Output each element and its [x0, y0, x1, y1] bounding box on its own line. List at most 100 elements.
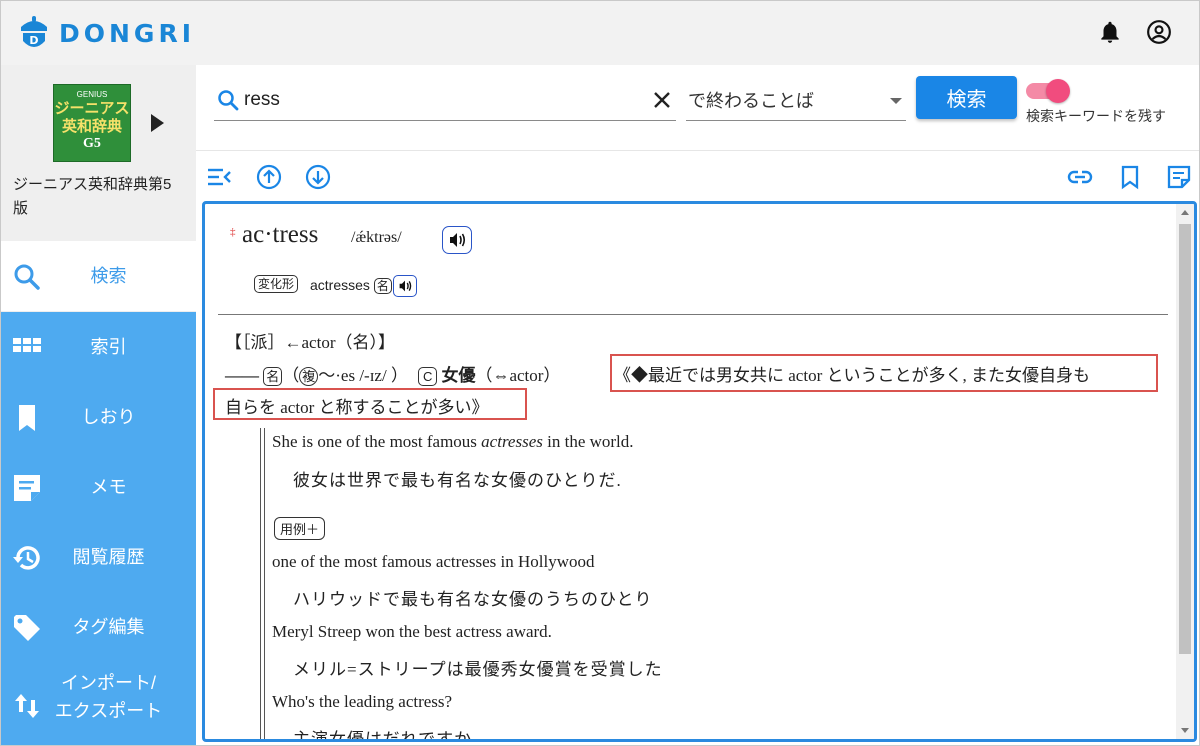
- plural-mark: 複: [299, 367, 319, 386]
- search-button[interactable]: 検索: [916, 76, 1017, 119]
- app-logo[interactable]: D DONGRI: [17, 13, 195, 53]
- arrow-down-circle-icon[interactable]: [305, 164, 331, 190]
- sense-pos: 名: [263, 367, 283, 386]
- example-text: She is one of the most famous: [272, 432, 482, 451]
- inflection-pos: 名: [373, 278, 392, 294]
- dictionary-selector[interactable]: GENIUS ジーニアス 英和辞典 G5 ジーニアス英和辞典第5版: [1, 65, 196, 241]
- example-en: Who's the leading actress?: [272, 692, 453, 711]
- bookmark-icon[interactable]: [1117, 164, 1143, 190]
- chevron-down-icon: [890, 98, 902, 104]
- plural-form: 〜·es /-ɪz/ ）: [318, 366, 408, 385]
- pronunciation: /ǽktrəs/: [351, 229, 402, 246]
- headword: ac·tress: [242, 221, 319, 248]
- sense-dash: ——: [225, 366, 259, 385]
- top-bar: D DONGRI: [1, 1, 1199, 65]
- inflection-text: actresses: [310, 277, 370, 293]
- sidebar-item-index[interactable]: 索引: [1, 312, 196, 382]
- search-field: [214, 81, 676, 121]
- speaker-icon: [450, 233, 466, 247]
- sense-line: —— 名（複〜·es /-ɪz/ ） C 女優（⇔actor）: [225, 366, 561, 386]
- sidebar-item-label: 閲覧履歴: [72, 547, 145, 567]
- app-name: DONGRI: [59, 18, 195, 48]
- sidebar-item-label: しおり: [81, 407, 136, 427]
- sidebar: GENIUS ジーニアス 英和辞典 G5 ジーニアス英和辞典第5版 検索 索引 …: [1, 65, 196, 745]
- label-line2: エクスポート: [54, 701, 163, 721]
- sense-word: 女優: [441, 366, 476, 385]
- sidebar-item-label: タグ編集: [72, 617, 145, 637]
- sidebar-item-label: インポート/ エクスポート: [51, 662, 196, 732]
- sidebar-item-label: 検索: [90, 266, 127, 286]
- sense-contrast: （⇔actor）: [475, 366, 561, 385]
- example-bar: [260, 428, 261, 739]
- account-icon[interactable]: [1146, 19, 1172, 45]
- grid-icon: [13, 338, 41, 352]
- vertical-scrollbar[interactable]: [1176, 204, 1194, 739]
- app-window: D DONGRI GENIUS ジーニアス 英和辞典 G5 ジーニアス英和辞典第…: [0, 0, 1200, 746]
- sidebar-item-label: メモ: [90, 477, 127, 497]
- search-mode-value: で終わることば: [688, 91, 814, 111]
- audio-button-small[interactable]: [393, 275, 417, 297]
- clear-icon[interactable]: [650, 88, 674, 112]
- scroll-thumb[interactable]: [1179, 224, 1191, 654]
- keep-keyword-toggle[interactable]: [1026, 79, 1070, 103]
- more-examples-button[interactable]: 用例＋: [274, 517, 326, 540]
- link-icon[interactable]: [1067, 164, 1093, 190]
- divider: [218, 314, 1168, 315]
- import-export-icon: [15, 694, 39, 718]
- example-text: in the world.: [542, 432, 634, 451]
- label-line1: インポート/: [60, 673, 156, 693]
- example-ja: 彼女は世界で最も有名な女優のひとりだ.: [293, 471, 622, 490]
- sidebar-item-search[interactable]: 検索: [1, 241, 196, 311]
- headword-mark: ‡: [230, 226, 236, 238]
- entry-toolbar: [196, 152, 1199, 200]
- search-icon: [14, 264, 40, 290]
- inflection-form: actresses 名: [310, 277, 392, 294]
- sidebar-item-history[interactable]: 閲覧履歴: [1, 522, 196, 592]
- cover-line2: 英和辞典: [61, 118, 122, 135]
- example-en: one of the most famous actresses in Holl…: [272, 552, 595, 571]
- memo-icon[interactable]: [1166, 164, 1192, 190]
- dictionary-title: ジーニアス英和辞典第5版: [13, 176, 172, 217]
- highlight-box-2: [213, 388, 527, 420]
- dictionary-cover[interactable]: GENIUS ジーニアス 英和辞典 G5: [53, 84, 131, 162]
- cover-top-text: GENIUS: [76, 90, 108, 99]
- highlight-box-1: [610, 354, 1158, 392]
- derivation: 【［派］←actor（名）】: [225, 333, 395, 352]
- example-bar: [264, 428, 265, 739]
- example-en: She is one of the most famous actresses …: [272, 432, 634, 452]
- search-icon: [218, 90, 239, 111]
- search-mode-select[interactable]: で終わることば: [686, 81, 906, 121]
- example-emphasis: actresses: [481, 432, 543, 451]
- countable-mark: C: [418, 367, 438, 386]
- sidebar-item-import-export[interactable]: インポート/ エクスポート: [1, 662, 196, 745]
- inflection-tag: 変化形: [254, 275, 299, 293]
- sidebar-item-memo[interactable]: メモ: [1, 452, 196, 522]
- note-icon: [14, 475, 40, 501]
- example-en: Meryl Streep won the best actress award.: [272, 622, 552, 641]
- cover-edition: G5: [83, 136, 101, 151]
- example-ja: メリル=ストリープは最優秀女優賞を受賞した: [293, 660, 663, 679]
- collapse-menu-icon[interactable]: [206, 164, 232, 190]
- play-arrow-icon[interactable]: [151, 114, 164, 132]
- acorn-logo-icon: D: [21, 16, 47, 47]
- svg-text:D: D: [29, 34, 38, 47]
- tag-icon: [14, 615, 40, 641]
- bookmark-icon: [19, 405, 35, 431]
- toggle-knob: [1046, 79, 1070, 103]
- sidebar-item-bookmarks[interactable]: しおり: [1, 382, 196, 452]
- entry-content[interactable]: ‡ ac·tress /ǽktrəs/ 変化形 actresses 名 【［派］…: [202, 201, 1197, 742]
- audio-button[interactable]: [442, 226, 472, 254]
- sidebar-nav-list: 索引 しおり メモ 閲覧履歴 タグ編集 インポート/ エクスポート: [1, 312, 196, 745]
- example-ja: 主演女優はだれですか: [293, 730, 473, 742]
- history-icon: [13, 546, 40, 570]
- search-bar: で終わることば 検索 検索キーワードを残す: [196, 65, 1199, 151]
- arrow-up-circle-icon[interactable]: [256, 164, 282, 190]
- example-ja: ハリウッドで最も有名な女優のうちのひとり: [293, 590, 653, 609]
- scroll-up-icon[interactable]: [1181, 210, 1189, 215]
- sidebar-item-tag-edit[interactable]: タグ編集: [1, 592, 196, 662]
- scroll-down-icon[interactable]: [1181, 728, 1189, 733]
- keep-keyword-label: 検索キーワードを残す: [1026, 108, 1166, 124]
- sidebar-item-label: 索引: [90, 337, 127, 357]
- notification-bell-icon[interactable]: [1097, 19, 1123, 45]
- search-input[interactable]: [244, 85, 624, 115]
